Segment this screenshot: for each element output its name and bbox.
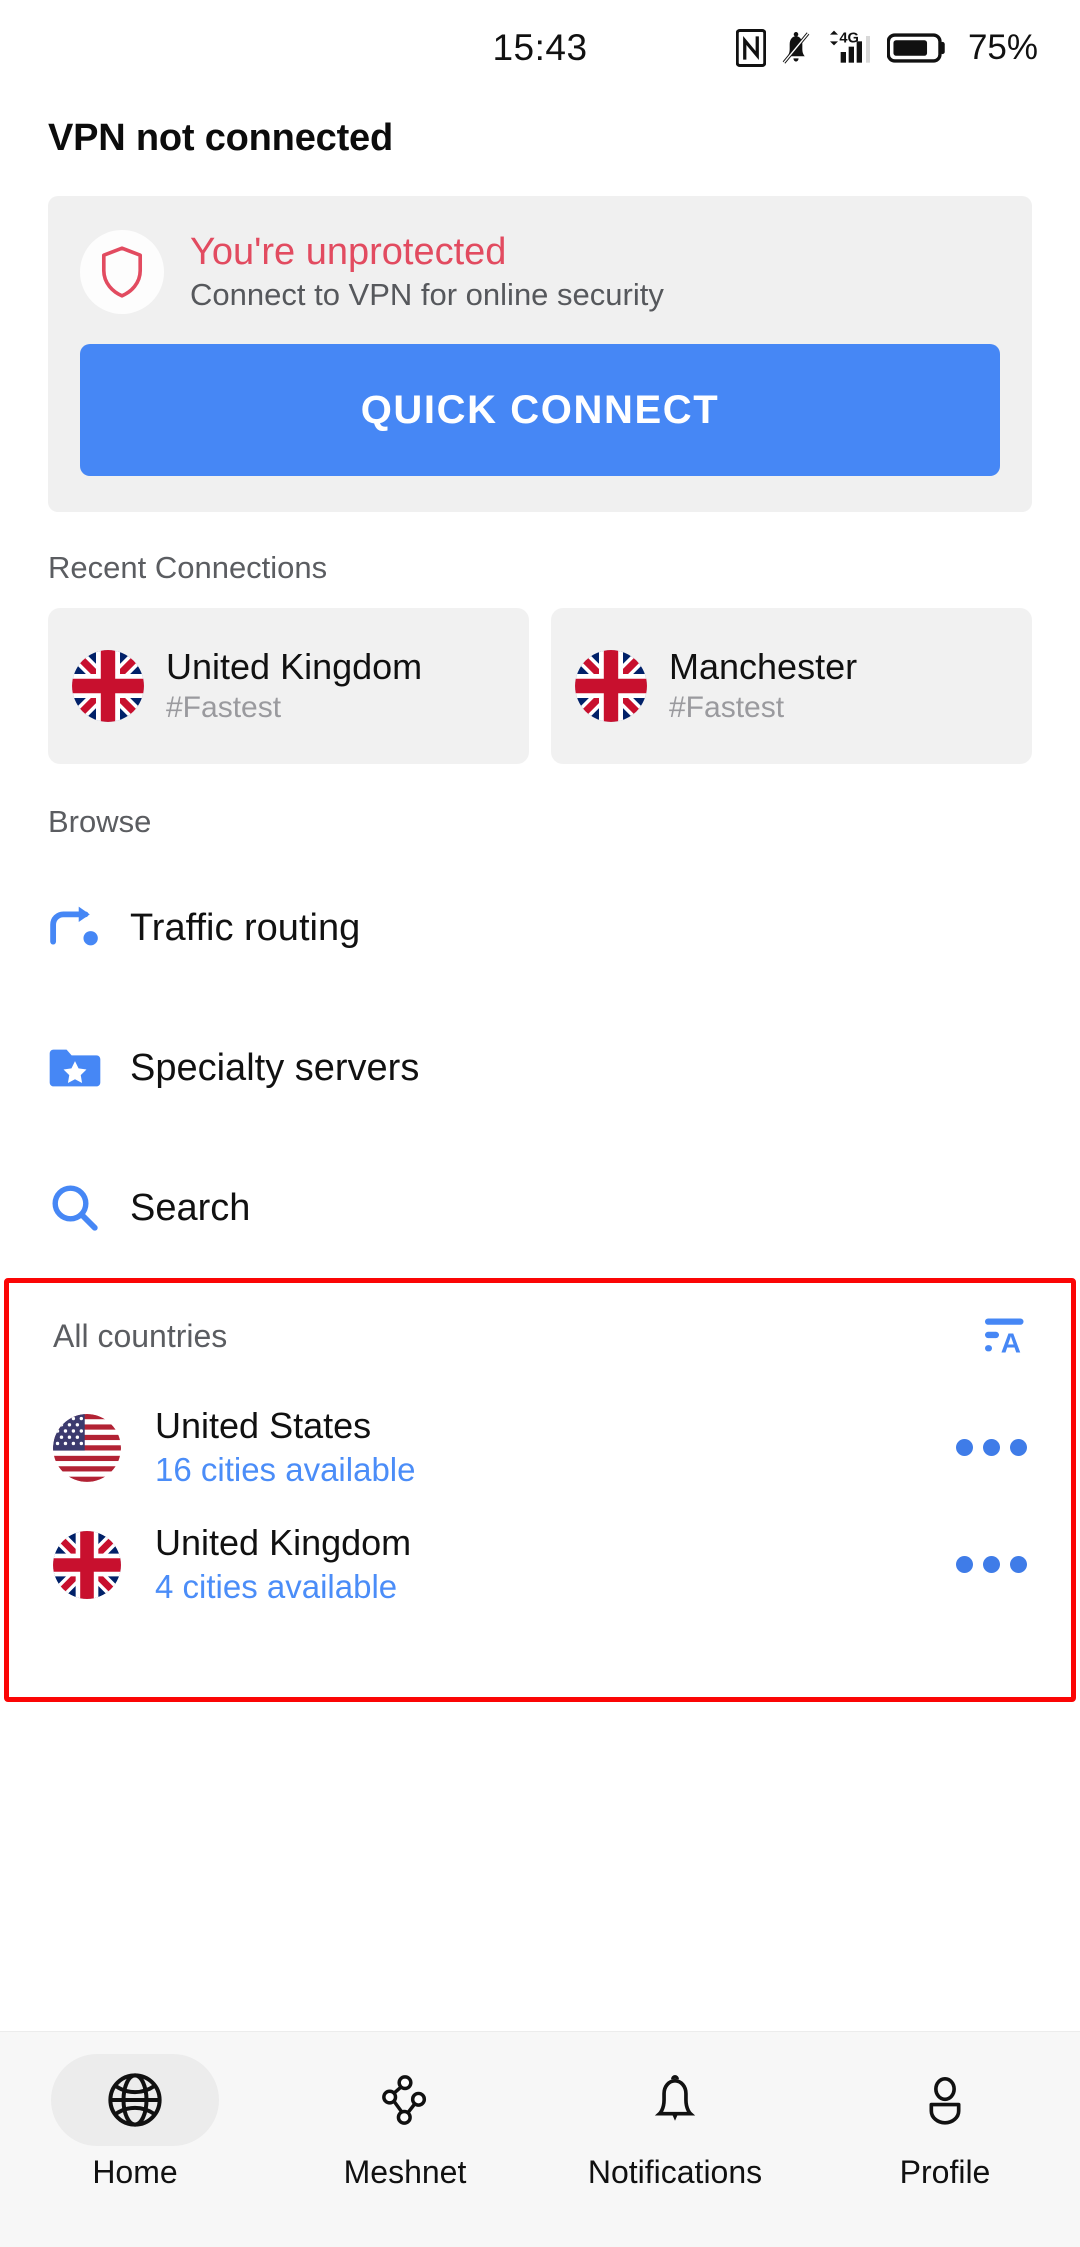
flag-gb-icon — [575, 650, 647, 722]
route-arrow-icon — [48, 904, 130, 952]
nfc-icon — [735, 29, 766, 67]
dot — [983, 1439, 1000, 1456]
country-cities-count: 4 cities available — [155, 1568, 398, 1606]
protection-subtitle: Connect to VPN for online security — [190, 277, 664, 313]
nav-label: Notifications — [587, 2154, 763, 2190]
country-text: United States 16 cities available — [155, 1405, 936, 1490]
browse-list: Traffic routing Specialty servers Search — [0, 858, 1080, 1278]
protection-title: You're unprotected — [190, 230, 507, 273]
globe-icon — [51, 2054, 219, 2146]
mesh-nodes-icon — [321, 2054, 489, 2146]
nav-item-meshnet[interactable]: Meshnet — [270, 2054, 540, 2191]
dot — [956, 1439, 973, 1456]
browse-item-traffic-routing[interactable]: Traffic routing — [0, 858, 1080, 998]
recent-connection-tag: #Fastest — [166, 690, 282, 724]
flag-gb-icon — [72, 650, 144, 722]
nav-item-profile[interactable]: Profile — [810, 2054, 1080, 2191]
recent-connection-name: United Kingdom — [166, 646, 423, 688]
country-row[interactable]: United States 16 cities available — [9, 1389, 1071, 1506]
dot — [1010, 1439, 1027, 1456]
flag-gb-icon — [53, 1530, 121, 1599]
protection-status: You're unprotected Connect to VPN for on… — [80, 230, 1000, 314]
recent-connection-tag: #Fastest — [669, 690, 785, 724]
protection-card: You're unprotected Connect to VPN for on… — [48, 196, 1032, 512]
browse-item-search[interactable]: Search — [0, 1138, 1080, 1278]
bottom-navigation: Home Meshnet Notifications Profile — [0, 2031, 1080, 2247]
bell-muted-icon — [779, 29, 813, 67]
dot — [983, 1556, 1000, 1573]
sort-alphabetical-icon[interactable]: A — [971, 1313, 1027, 1359]
nav-item-home[interactable]: Home — [0, 2054, 270, 2191]
browse-item-label: Specialty servers — [130, 1046, 420, 1089]
battery-percent: 75% — [967, 28, 1038, 67]
country-name: United States — [155, 1404, 372, 1446]
person-icon — [861, 2054, 1029, 2146]
browse-item-specialty-servers[interactable]: Specialty servers — [0, 998, 1080, 1138]
page-title: VPN not connected — [48, 116, 393, 159]
battery-icon — [886, 31, 949, 65]
quick-connect-button[interactable]: QUICK CONNECT — [80, 344, 1000, 476]
status-time: 15:43 — [492, 27, 588, 68]
svg-text:A: A — [1001, 1327, 1021, 1358]
country-row[interactable]: United Kingdom 4 cities available — [9, 1506, 1071, 1623]
nav-label: Meshnet — [343, 2154, 467, 2190]
svg-text:4G: 4G — [839, 31, 859, 47]
dot — [956, 1556, 973, 1573]
all-countries-label: All countries — [53, 1317, 228, 1354]
country-text: United Kingdom 4 cities available — [155, 1522, 936, 1607]
recent-connection-text: United Kingdom #Fastest — [166, 646, 422, 725]
status-icons: 4G 75% — [735, 28, 1038, 68]
all-countries-section: All countries A United States 16 cities … — [4, 1278, 1076, 1702]
bell-icon — [591, 2054, 759, 2146]
recent-connection-text: Manchester #Fastest — [669, 646, 857, 725]
main-content: You're unprotected Connect to VPN for on… — [0, 180, 1080, 2031]
app-screen: 15:43 4G 75% VPN not connected You're un… — [0, 0, 1080, 2247]
recent-connection-card[interactable]: Manchester #Fastest — [551, 608, 1032, 764]
dot — [1010, 1556, 1027, 1573]
folder-star-icon — [48, 1045, 130, 1091]
all-countries-header: All countries A — [9, 1283, 1071, 1389]
nav-item-notifications[interactable]: Notifications — [540, 2054, 810, 2191]
shield-icon — [80, 230, 164, 314]
country-name: United Kingdom — [155, 1521, 412, 1563]
more-horizontal-icon[interactable] — [936, 1556, 1027, 1573]
more-horizontal-icon[interactable] — [936, 1439, 1027, 1456]
nav-label: Profile — [899, 2154, 991, 2190]
signal-4g-icon: 4G — [826, 28, 874, 68]
recent-connections-list: United Kingdom #Fastest Manchester #Fast… — [0, 608, 1080, 764]
browse-label: Browse — [48, 804, 152, 839]
nav-label: Home — [92, 2154, 178, 2190]
recent-connection-name: Manchester — [669, 646, 858, 688]
recent-connections-label: Recent Connections — [48, 550, 328, 585]
flag-us-icon — [53, 1413, 121, 1482]
recent-connection-card[interactable]: United Kingdom #Fastest — [48, 608, 529, 764]
browse-item-label: Search — [130, 1186, 251, 1229]
browse-item-label: Traffic routing — [130, 906, 361, 949]
search-icon — [48, 1181, 130, 1235]
status-bar: 15:43 4G 75% — [0, 0, 1080, 96]
protection-text: You're unprotected Connect to VPN for on… — [190, 231, 664, 313]
page-header: VPN not connected — [0, 96, 1080, 180]
country-cities-count: 16 cities available — [155, 1451, 416, 1489]
